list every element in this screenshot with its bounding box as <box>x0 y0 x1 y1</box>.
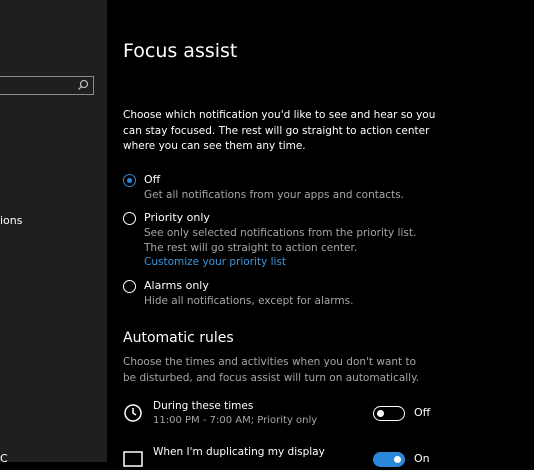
rule-duplicating-display-title[interactable]: When I'm duplicating my display <box>153 446 325 458</box>
clock-icon <box>124 404 142 422</box>
page-title: Focus assist <box>123 40 238 62</box>
main-content: Focus assist Choose which notification y… <box>107 0 534 467</box>
option-alarms-description: Hide all notifications, except for alarm… <box>144 295 354 307</box>
sidebar-item-partial[interactable]: C <box>0 452 8 462</box>
rule-during-times-subtitle: 11:00 PM - 7:00 AM; Priority only <box>153 415 318 426</box>
during-times-toggle[interactable] <box>373 406 405 421</box>
page-description: Choose which notification you'd like to … <box>123 109 436 152</box>
customize-priority-link[interactable]: Customize your priority list <box>144 256 286 268</box>
during-times-toggle-state: Off <box>414 406 431 419</box>
radio-alarms-only[interactable] <box>123 280 136 293</box>
option-off-label: Off <box>144 173 161 186</box>
rule-during-times-title[interactable]: During these times <box>153 400 253 412</box>
search-input[interactable] <box>0 76 94 95</box>
automatic-rules-heading: Automatic rules <box>123 330 234 346</box>
duplicating-display-toggle-state: On <box>414 452 430 465</box>
sidebar-item-notifications[interactable]: ions <box>0 214 23 227</box>
settings-sidebar: ions C <box>0 0 107 462</box>
radio-priority-only[interactable] <box>123 212 136 225</box>
duplicating-display-toggle[interactable] <box>373 452 405 467</box>
option-priority-label: Priority only <box>144 211 210 224</box>
option-alarms-label: Alarms only <box>144 279 209 292</box>
automatic-rules-description: Choose the times and activities when you… <box>123 356 420 384</box>
search-icon <box>78 79 89 90</box>
option-priority-description: See only selected notifications from the… <box>144 227 417 254</box>
radio-off[interactable] <box>123 174 136 187</box>
display-icon <box>123 451 143 467</box>
option-off-description: Get all notifications from your apps and… <box>144 189 404 201</box>
